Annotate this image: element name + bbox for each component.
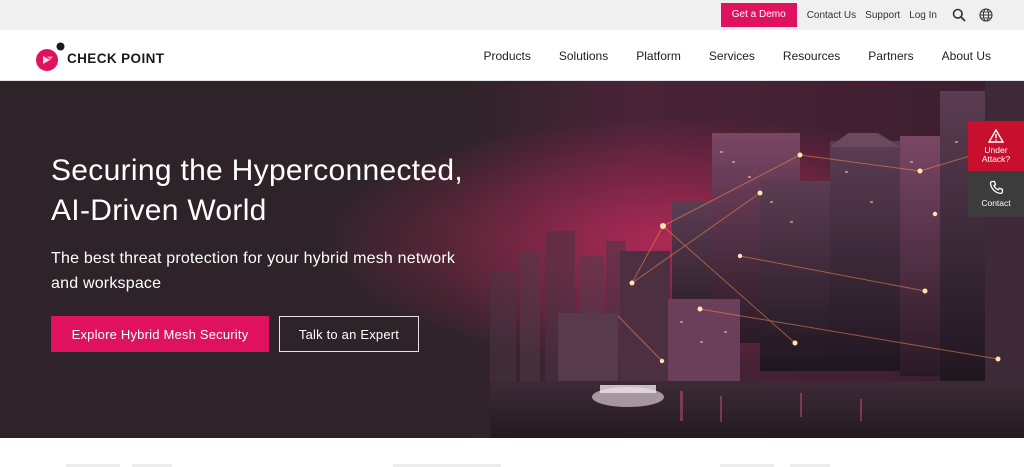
contact-label: Contact — [981, 198, 1011, 208]
log-in-link[interactable]: Log In — [909, 10, 937, 21]
hero-subtitle-line-1: The best threat protection for your hybr… — [51, 250, 456, 267]
logo-text: CHECK POINT — [67, 51, 165, 66]
get-a-demo-button[interactable]: Get a Demo — [720, 3, 797, 27]
nav-resources[interactable]: Resources — [783, 49, 840, 63]
logo-mark-icon — [34, 42, 65, 72]
primary-navigation: Products Solutions Platform Services Res… — [455, 30, 991, 81]
hero-title-line-1: Securing the Hyperconnected, — [51, 154, 463, 187]
search-icon[interactable] — [951, 7, 967, 23]
support-link[interactable]: Support — [865, 10, 900, 21]
main-nav: CHECK POINT Products Solutions Platform … — [0, 30, 1024, 81]
check-point-logo[interactable]: CHECK POINT — [34, 42, 164, 72]
talk-to-an-expert-button[interactable]: Talk to an Expert — [279, 316, 419, 352]
explore-hybrid-mesh-security-button[interactable]: Explore Hybrid Mesh Security — [51, 316, 269, 352]
globe-icon[interactable] — [978, 7, 994, 23]
utility-bar: Get a Demo Contact Us Support Log In — [0, 0, 1024, 30]
phone-icon — [989, 180, 1003, 195]
contact-button[interactable]: Contact — [968, 171, 1024, 217]
under-attack-button[interactable]: Under Attack? — [968, 121, 1024, 171]
hero-title: Securing the Hyperconnected, AI-Driven W… — [51, 151, 521, 231]
hero-subtitle-line-2: and workspace — [51, 275, 162, 292]
warning-icon — [988, 128, 1004, 143]
nav-services[interactable]: Services — [709, 49, 755, 63]
hero-title-line-2: AI-Driven World — [51, 194, 267, 227]
contact-us-link[interactable]: Contact Us — [807, 10, 856, 21]
hero-subtitle: The best threat protection for your hybr… — [51, 246, 511, 296]
nav-partners[interactable]: Partners — [868, 49, 913, 63]
below-fold-section — [0, 438, 1024, 467]
nav-products[interactable]: Products — [483, 49, 530, 63]
nav-solutions[interactable]: Solutions — [559, 49, 608, 63]
under-attack-label-line-2: Attack? — [981, 153, 1011, 164]
floating-side-widget: Under Attack? Contact — [968, 121, 1024, 217]
nav-platform[interactable]: Platform — [636, 49, 681, 63]
hero-banner: Securing the Hyperconnected, AI-Driven W… — [0, 81, 1024, 438]
nav-about-us[interactable]: About Us — [942, 49, 991, 63]
